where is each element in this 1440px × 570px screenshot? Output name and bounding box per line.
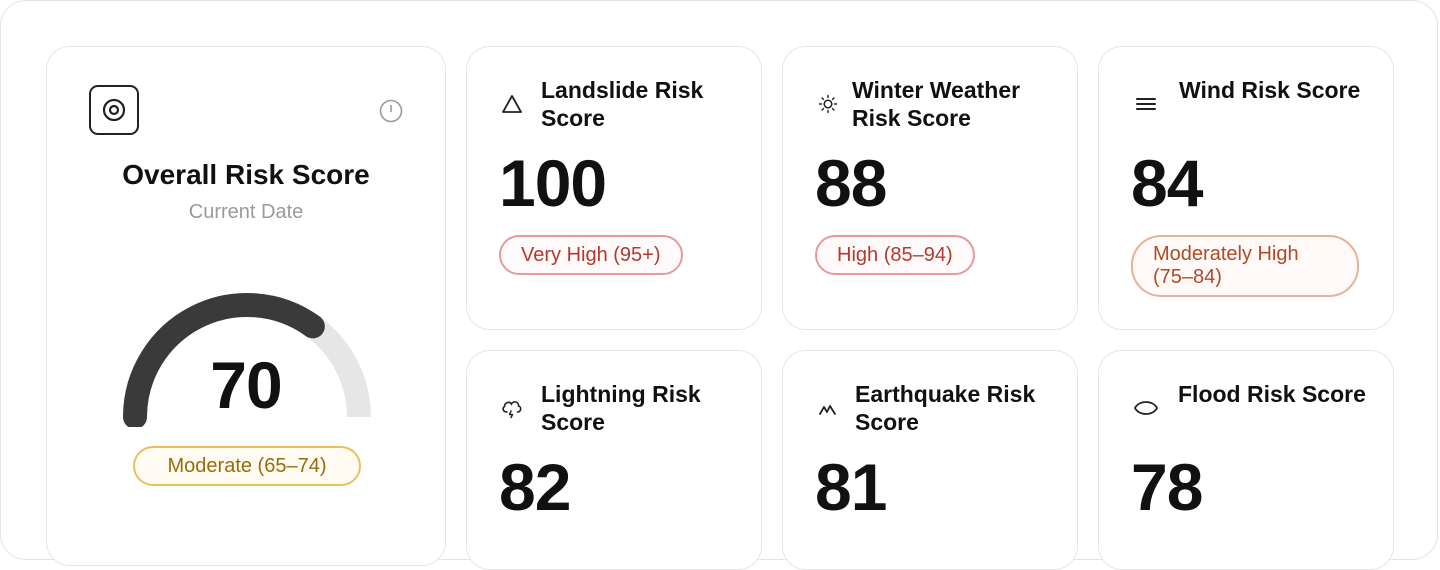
- card-title: Winter Weather Risk Score: [852, 77, 1021, 131]
- card-score: 82: [499, 450, 571, 524]
- card-title: Earthquake Risk Score: [855, 381, 1036, 435]
- landslide-card: Landslide Risk Score 100 Very High (95+): [466, 46, 762, 330]
- card-title: Flood Risk Score: [1178, 381, 1366, 407]
- card-score: 78: [1131, 450, 1203, 524]
- lightning-card: Lightning Risk Score 82: [466, 350, 762, 570]
- card-score: 88: [815, 146, 887, 220]
- card-title: Lightning Risk Score: [541, 381, 701, 435]
- seismic-icon: [815, 397, 841, 423]
- card-title: Wind Risk Score: [1179, 77, 1361, 103]
- card-score: 84: [1131, 146, 1203, 220]
- earthquake-card: Earthquake Risk Score 81: [782, 350, 1078, 570]
- rating-badge: Very High (95+): [499, 235, 683, 275]
- overall-title: Overall Risk Score: [122, 159, 370, 190]
- target-icon: [89, 85, 139, 135]
- card-score: 100: [499, 146, 607, 220]
- rating-badge: High (85–94): [815, 235, 975, 275]
- card-score: 81: [815, 450, 887, 524]
- overall-rating-badge: Moderate (65–74): [133, 446, 361, 486]
- winter-weather-card: Winter Weather Risk Score 88 High (85–94…: [782, 46, 1078, 330]
- card-title: Landslide Risk Score: [541, 77, 704, 131]
- rating-badge: Moderately High (75–84): [1131, 235, 1359, 297]
- wind-card: Wind Risk Score 84 Moderately High (75–8…: [1098, 46, 1394, 330]
- overall-subtitle: Current Date: [188, 201, 304, 223]
- storm-cloud-icon: [499, 395, 525, 421]
- sun-icon: [815, 91, 841, 117]
- info-icon[interactable]: [379, 99, 403, 123]
- flood-card: Flood Risk Score 78: [1098, 350, 1394, 570]
- flood-eye-icon: [1133, 395, 1159, 421]
- wind-lines-icon: [1133, 91, 1159, 117]
- triangle-icon: [499, 91, 525, 117]
- overall-score: 70: [210, 348, 282, 422]
- overall-risk-card: Overall Risk Score Current Date 70 Moder…: [46, 46, 446, 566]
